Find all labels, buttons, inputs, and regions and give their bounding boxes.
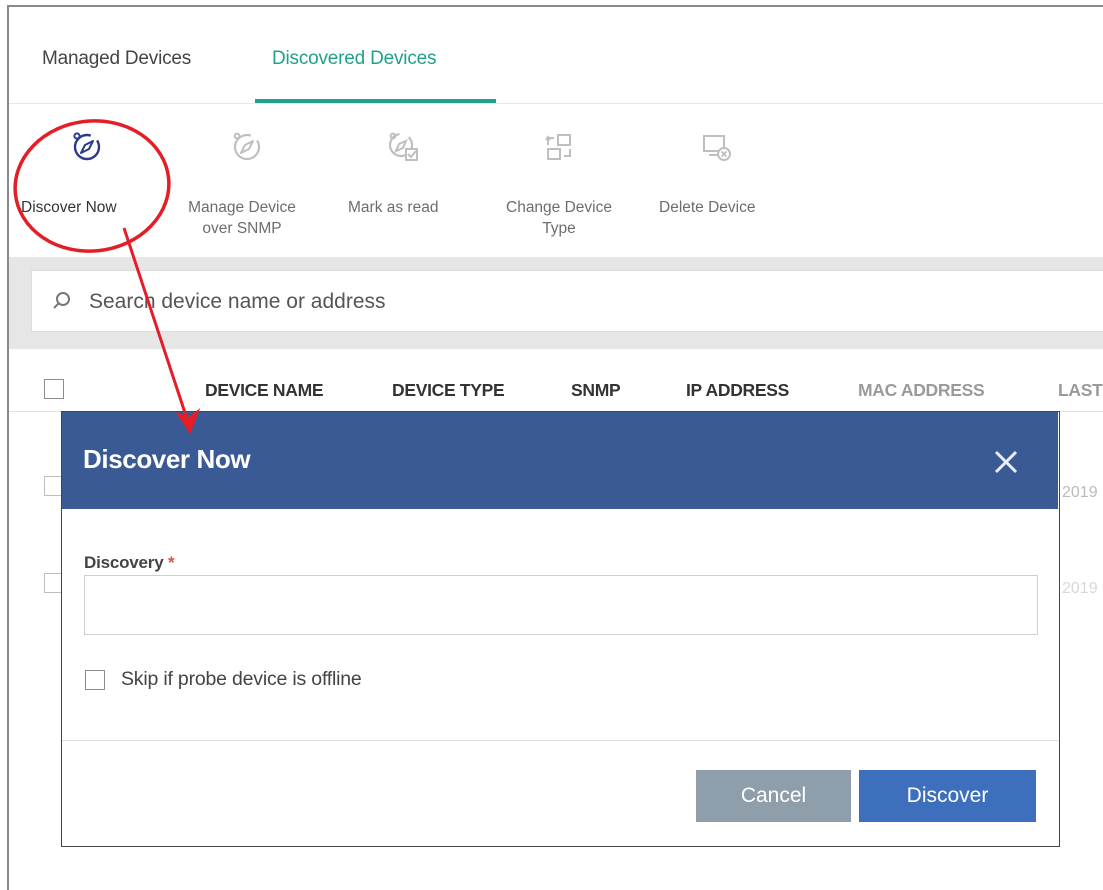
discover-now-button[interactable]: Discover Now (9, 105, 169, 245)
compass-snmp-icon (233, 132, 261, 161)
table-header: DEVICE NAME DEVICE TYPE SNMP IP ADDRESS … (9, 350, 1103, 412)
compass-icon (73, 132, 101, 161)
search-input[interactable] (89, 287, 989, 317)
dialog-title: Discover Now (83, 444, 251, 474)
search-icon (53, 292, 70, 309)
discover-now-label: Discover Now (21, 199, 117, 216)
mark-read-icon (388, 132, 418, 161)
skip-offline-label[interactable]: Skip if probe device is offline (121, 668, 362, 691)
tab-managed-devices[interactable]: Managed Devices (42, 48, 191, 70)
delete-device-icon (703, 135, 731, 161)
discovery-field[interactable] (84, 575, 1038, 635)
discover-button[interactable]: Discover (859, 770, 1036, 822)
change-type-icon (545, 134, 571, 160)
search-area (9, 257, 1103, 349)
device-tabs: Managed Devices Discovered Devices (9, 20, 1103, 104)
row-date: 2019 (1062, 484, 1098, 501)
column-device-type[interactable]: DEVICE TYPE (392, 380, 505, 401)
frame-top-border (7, 5, 1103, 7)
dialog-header: Discover Now (62, 412, 1058, 509)
column-last[interactable]: LAST (1058, 380, 1103, 401)
change-type-label-line2: Type (542, 220, 576, 237)
column-ip-address[interactable]: IP ADDRESS (686, 380, 789, 401)
delete-device-button[interactable]: Delete Device (654, 105, 779, 245)
discover-now-dialog: Discover Now Discovery * Skip if probe d… (61, 411, 1060, 847)
close-icon[interactable] (992, 448, 1020, 476)
manage-snmp-label-line2: over SNMP (202, 220, 282, 237)
select-all-checkbox[interactable] (44, 379, 64, 399)
change-type-label-line1: Change Device (506, 199, 612, 216)
discovery-label-text: Discovery (84, 553, 164, 572)
dialog-footer-divider (62, 740, 1058, 741)
active-tab-indicator (255, 99, 496, 103)
mark-as-read-button[interactable]: Mark as read (339, 105, 464, 245)
toolbar: Discover Now Manage Device over SNMP Mar… (9, 105, 1103, 255)
mark-as-read-label: Mark as read (348, 199, 439, 216)
tab-discovered-devices[interactable]: Discovered Devices (272, 48, 436, 70)
discovery-field-label: Discovery * (84, 553, 175, 573)
required-marker: * (168, 553, 175, 572)
skip-offline-checkbox[interactable] (85, 670, 105, 690)
cancel-button[interactable]: Cancel (696, 770, 851, 822)
search-box[interactable] (31, 270, 1103, 332)
change-device-type-button[interactable]: Change Device Type (489, 105, 629, 245)
manage-snmp-button[interactable]: Manage Device over SNMP (174, 105, 309, 245)
column-mac-address[interactable]: MAC ADDRESS (858, 380, 985, 401)
delete-device-label: Delete Device (659, 199, 756, 216)
column-snmp[interactable]: SNMP (571, 380, 621, 401)
row-date: 2019 (1062, 580, 1098, 597)
column-device-name[interactable]: DEVICE NAME (205, 380, 324, 401)
manage-snmp-label-line1: Manage Device (188, 199, 296, 216)
